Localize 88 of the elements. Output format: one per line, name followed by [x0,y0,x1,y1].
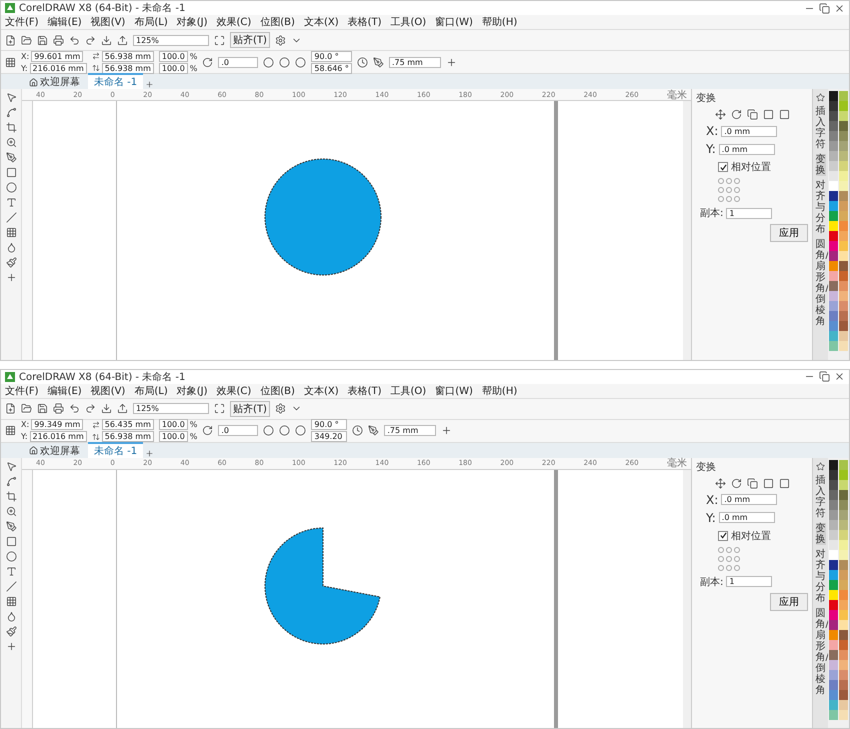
width-field[interactable]: 56.938 mm [102,50,154,62]
scale-x-field[interactable]: 100.0 [158,419,188,430]
start-angle-field[interactable]: 90.0 ° [311,419,348,430]
panel-title: 变换 [696,460,717,474]
side-tab[interactable]: 变换 [816,522,826,544]
menu-item[interactable]: 窗口(W) [435,15,473,29]
height-field[interactable]: 56.938 mm [102,62,154,74]
y-label: Y: [21,64,28,72]
menu-item[interactable]: 文本(X) [304,15,339,29]
copies-field[interactable]: 1 [726,208,772,218]
menu-item[interactable]: 文本(X) [304,384,339,398]
side-tab[interactable]: 插入字符 [816,106,826,150]
x-label: X: [21,52,30,60]
side-tab[interactable]: 对齐与分布 [816,180,826,235]
menu-item[interactable]: 表格(T) [348,15,382,29]
menu-item[interactable]: 表格(T) [348,384,382,398]
scale-y-field[interactable]: 100.0 [158,62,188,74]
copies-field[interactable]: 1 [726,576,772,587]
end-angle-field[interactable]: 349.20 [311,431,348,442]
percent-label: % [190,420,198,429]
x-position-field[interactable]: 99.349 mm [31,419,84,430]
checkbox-label: 相对位置 [731,530,771,542]
y-label: Y: [706,510,716,524]
zoom-field[interactable]: 125% [133,34,209,46]
apply-button[interactable]: 应用 [770,592,808,610]
menu-item[interactable]: 位图(B) [260,384,295,398]
menu-item[interactable]: 视图(V) [90,15,126,29]
width-field[interactable]: 56.435 mm [102,419,154,430]
menu-item[interactable]: 帮助(H) [482,15,518,29]
menu-item[interactable]: 工具(O) [390,15,426,29]
menu-item[interactable]: 窗口(W) [435,384,473,398]
document-tab[interactable]: 未命名 -1 [88,73,144,89]
zoom-field[interactable]: 125% [133,403,209,414]
outline-width-field[interactable]: .75 mm [388,56,441,68]
copies-label: 副本: [700,206,724,220]
snap-dropdown[interactable]: 贴齐(T) [230,400,270,416]
menu-item[interactable]: 效果(C) [216,15,252,29]
x-label: X: [706,124,718,138]
menu-item[interactable]: 编辑(E) [48,15,82,29]
menu-item[interactable]: 视图(V) [90,384,126,398]
menu-item[interactable]: 文件(F) [5,384,39,398]
x-field[interactable]: .0 mm [721,126,778,136]
document-tab[interactable]: 欢迎屏幕 [23,442,86,458]
panel-title: 变换 [696,92,717,105]
percent-label: % [190,432,198,441]
window-title: CorelDRAW X8 (64-Bit) - 未命名 -1 [19,2,186,15]
apply-button[interactable]: 应用 [770,224,808,242]
outline-width-field[interactable]: .75 mm [384,425,436,436]
x-label: X: [21,420,30,429]
menu-item[interactable]: 对象(J) [176,15,208,29]
x-label: X: [706,492,718,506]
y-position-field[interactable]: 216.016 mm [30,431,87,442]
x-field[interactable]: .0 mm [721,494,778,505]
percent-label: % [190,52,198,60]
percent-label: % [190,64,198,72]
y-label: Y: [21,432,28,441]
menu-item[interactable]: 对象(J) [176,384,208,398]
x-position-field[interactable]: 99.601 mm [31,50,84,62]
ruler-unit: 毫米 [666,456,687,470]
menu-item[interactable]: 文件(F) [5,15,39,29]
snap-dropdown[interactable]: 贴齐(T) [230,32,270,48]
copies-label: 副本: [700,576,724,588]
end-angle-field[interactable]: 58.646 ° [311,62,352,74]
document-tab[interactable]: 未命名 -1 [88,442,144,458]
scale-x-field[interactable]: 100.0 [158,50,188,62]
side-tab[interactable]: 插入字符 [816,474,826,518]
y-field[interactable]: .0 mm [718,144,775,154]
side-tab[interactable]: 变换 [816,154,826,176]
document-tab[interactable]: 欢迎屏幕 [23,73,86,89]
menu-item[interactable]: 效果(C) [216,384,252,398]
y-label: Y: [706,142,716,156]
y-field[interactable]: .0 mm [718,512,775,523]
menu-item[interactable]: 布局(L) [134,15,168,29]
side-tab[interactable]: 对齐与分布 [816,548,826,604]
menu-item[interactable]: 编辑(E) [48,384,82,398]
menu-item[interactable]: 布局(L) [134,384,168,398]
menu-item[interactable]: 位图(B) [260,15,295,29]
ruler-unit: 毫米 [666,88,687,102]
menu-item[interactable]: 工具(O) [390,384,426,398]
height-field[interactable]: 56.938 mm [102,431,154,442]
rotation-field[interactable]: .0 [218,425,258,436]
scale-y-field[interactable]: 100.0 [158,431,188,442]
menu-item[interactable]: 帮助(H) [482,384,518,398]
checkbox-label: 相对位置 [731,160,771,174]
start-angle-field[interactable]: 90.0 ° [311,50,352,62]
y-position-field[interactable]: 216.016 mm [30,62,87,74]
window-title: CorelDRAW X8 (64-Bit) - 未命名 -1 [19,370,186,384]
rotation-field[interactable]: .0 [218,56,258,68]
